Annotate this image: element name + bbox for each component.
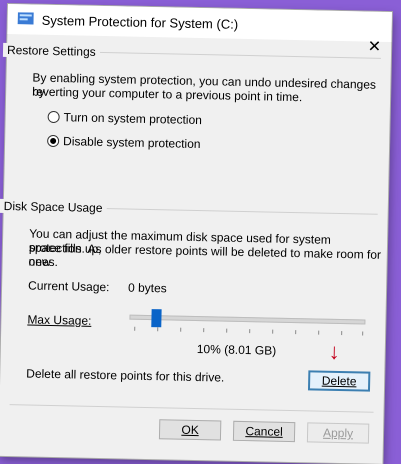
system-protection-dialog: System Protection for System (C:) ✕ Rest… <box>0 4 392 464</box>
slider-tick <box>157 327 159 332</box>
max-usage-value: 10% (8.01 GB) <box>196 342 277 358</box>
slider-tick <box>203 328 205 333</box>
disable-label[interactable]: Disable system protection <box>63 134 201 151</box>
slider-thumb[interactable] <box>151 309 162 328</box>
disk-description-line3: ones. <box>28 254 59 270</box>
slider-tick <box>226 328 228 333</box>
max-usage-label: Max Usage: <box>27 312 92 328</box>
slider-track[interactable] <box>129 314 366 325</box>
slider-tick <box>341 331 343 336</box>
current-usage-value: 0 bytes <box>127 280 167 296</box>
title-bar[interactable]: System Protection for System (C:) <box>7 4 392 43</box>
slider-tick <box>249 329 251 334</box>
slider-tick <box>180 327 182 332</box>
slider-tick <box>318 330 320 335</box>
cancel-button[interactable]: Cancel <box>232 420 296 443</box>
turn-on-label[interactable]: Turn on system protection <box>63 110 202 127</box>
delete-button[interactable]: Delete <box>307 370 371 392</box>
current-usage-label: Current Usage: <box>27 278 110 295</box>
close-icon[interactable]: ✕ <box>368 39 382 56</box>
max-usage-slider[interactable] <box>129 307 366 338</box>
down-arrow-icon: ↓ <box>328 338 341 365</box>
footer-separator <box>9 404 374 413</box>
slider-tick <box>295 330 297 335</box>
disk-space-title: Disk Space Usage <box>0 198 107 216</box>
apply-button: Apply <box>306 422 370 444</box>
ok-button[interactable]: OK <box>158 419 222 441</box>
window-title: System Protection for System (C:) <box>41 12 239 32</box>
restore-settings-title: Restore Settings <box>2 42 100 59</box>
system-properties-icon <box>17 12 34 25</box>
slider-tick <box>272 329 274 334</box>
slider-tick <box>362 331 364 336</box>
slider-tick <box>134 326 136 331</box>
